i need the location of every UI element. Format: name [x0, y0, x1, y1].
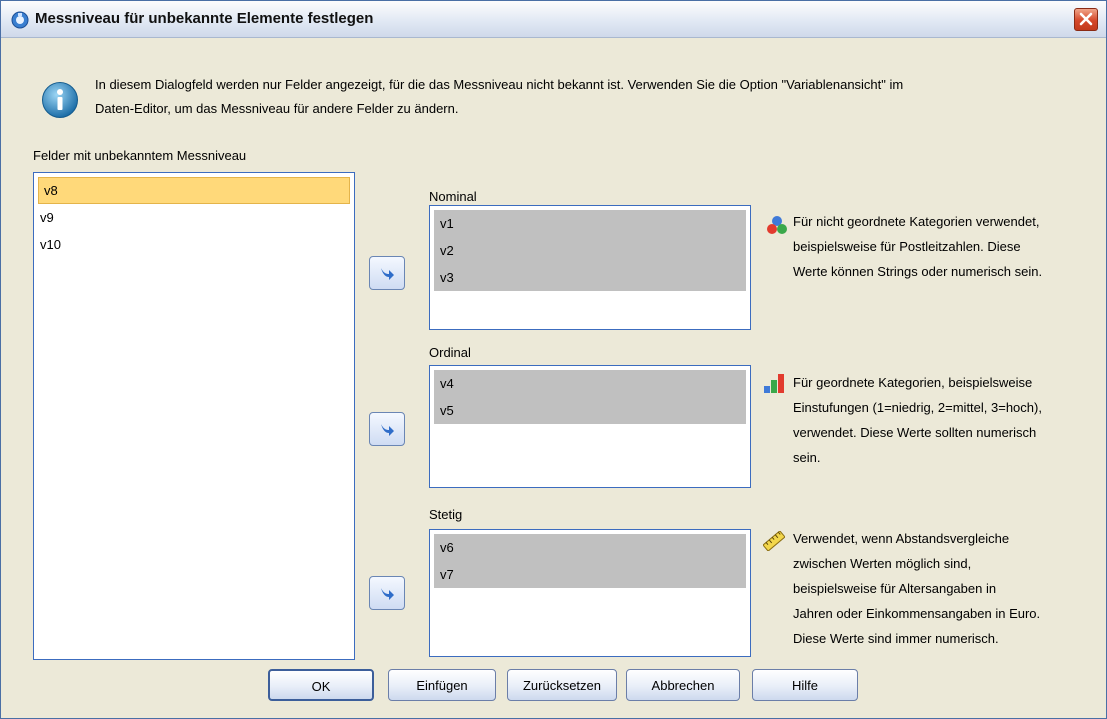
- ordinal-icon: [763, 373, 785, 393]
- list-item[interactable]: v8: [38, 177, 350, 204]
- nominal-icon: [766, 215, 788, 235]
- reset-button[interactable]: Zurücksetzen: [507, 669, 617, 701]
- scale-label: Stetig: [429, 507, 463, 522]
- ok-button[interactable]: OK: [268, 669, 374, 701]
- nominal-description: Für nicht geordnete Kategorien verwendet…: [793, 214, 1043, 279]
- move-to-nominal-button[interactable]: [369, 256, 405, 290]
- close-button[interactable]: [1074, 8, 1098, 31]
- scale-description: Verwendet, wenn Abstandsvergleiche zwisc…: [793, 531, 1041, 646]
- dialog-window: Messniveau für unbekannte Elemente festl…: [0, 0, 1107, 719]
- arrow-right-icon: [381, 588, 394, 600]
- info-message: In diesem Dialogfeld werden nur Felder a…: [95, 73, 1080, 121]
- help-button[interactable]: Hilfe: [752, 669, 858, 701]
- list-item[interactable]: v1: [434, 210, 746, 237]
- ordinal-list[interactable]: v4 v5: [429, 365, 751, 488]
- info-line-1: In diesem Dialogfeld werden nur Felder a…: [95, 77, 904, 92]
- close-icon: [1079, 12, 1093, 26]
- info-icon: [41, 81, 79, 119]
- title-bar: Messniveau für unbekannte Elemente festl…: [1, 1, 1106, 38]
- ordinal-description: Für geordnete Kategorien, beispielsweise…: [793, 375, 1042, 465]
- unknown-fields-label: Felder mit unbekanntem Messniveau: [33, 148, 247, 163]
- list-item[interactable]: v3: [434, 264, 746, 291]
- list-item[interactable]: v6: [434, 534, 746, 561]
- ordinal-label: Ordinal: [429, 345, 471, 360]
- scale-icon: [762, 530, 786, 552]
- list-item[interactable]: v5: [434, 397, 746, 424]
- spss-dialog-icon: [11, 11, 29, 29]
- arrow-right-icon: [381, 268, 394, 280]
- paste-button[interactable]: Einfügen: [388, 669, 496, 701]
- list-item[interactable]: v7: [434, 561, 746, 588]
- list-item[interactable]: v10: [34, 231, 354, 258]
- arrow-right-icon: [381, 424, 394, 436]
- nominal-label: Nominal: [429, 189, 477, 204]
- list-item[interactable]: v9: [34, 204, 354, 231]
- list-item[interactable]: v4: [434, 370, 746, 397]
- list-item[interactable]: v2: [434, 237, 746, 264]
- nominal-list[interactable]: v1 v2 v3: [429, 205, 751, 330]
- cancel-button[interactable]: Abbrechen: [626, 669, 740, 701]
- move-to-ordinal-button[interactable]: [369, 412, 405, 446]
- info-line-2: Daten-Editor, um das Messniveau für ande…: [95, 101, 459, 116]
- move-to-scale-button[interactable]: [369, 576, 405, 610]
- scale-list[interactable]: v6 v7: [429, 529, 751, 657]
- dialog-title: Messniveau für unbekannte Elemente festl…: [35, 10, 374, 27]
- unknown-fields-list[interactable]: v8 v9 v10: [33, 172, 355, 660]
